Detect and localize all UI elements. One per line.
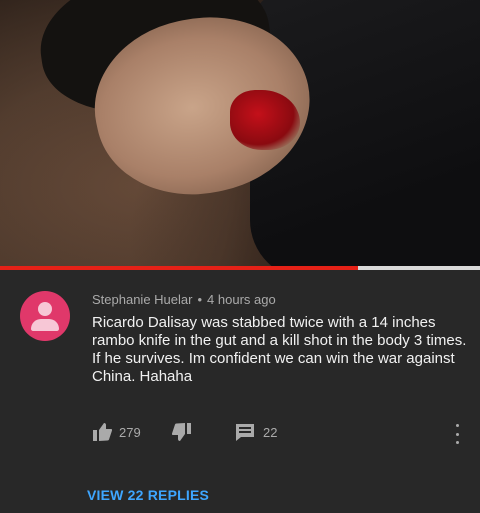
author-name[interactable]: Stephanie Huelar xyxy=(92,292,192,307)
video-frame[interactable] xyxy=(0,0,480,266)
meta-separator: • xyxy=(197,292,203,307)
avatar-body xyxy=(31,319,59,331)
avatar[interactable] xyxy=(20,291,70,341)
reply-button[interactable]: 22 xyxy=(235,422,277,442)
more-vertical-icon xyxy=(455,432,459,436)
more-options-button[interactable] xyxy=(449,424,465,444)
thumbs-up-icon xyxy=(92,423,112,441)
like-button[interactable]: 279 xyxy=(92,422,141,442)
thumbs-down-icon xyxy=(172,423,192,441)
comment-meta: Stephanie Huelar • 4 hours ago xyxy=(92,292,276,307)
comment-text-line: If he survives. Im confident we can win … xyxy=(92,350,455,385)
comment-text: Ricardo Dalisay was stabbed twice with a… xyxy=(92,314,467,386)
more-vertical-icon xyxy=(455,441,459,444)
view-replies-button[interactable]: VIEW 22 REPLIES xyxy=(87,487,209,503)
comment-icon xyxy=(235,423,255,441)
comment-text-line: Ricardo Dalisay was stabbed twice with a… xyxy=(92,314,467,349)
video-progress-fill xyxy=(0,266,358,270)
video-progress-bar[interactable] xyxy=(0,266,480,270)
dislike-button[interactable] xyxy=(172,422,192,442)
avatar-head xyxy=(38,302,52,316)
like-count: 279 xyxy=(119,424,141,440)
comment-timestamp[interactable]: 4 hours ago xyxy=(207,292,276,307)
more-vertical-icon xyxy=(455,424,459,427)
reply-count: 22 xyxy=(263,424,278,440)
